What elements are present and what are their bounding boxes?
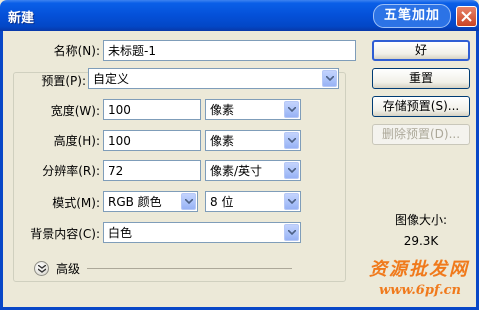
ok-button[interactable]: 好 bbox=[372, 40, 470, 61]
title-bar: 新建 五笔加加 bbox=[0, 0, 479, 31]
reset-button[interactable]: 重置 bbox=[372, 68, 470, 89]
width-unit-dropdown-button[interactable] bbox=[284, 101, 299, 118]
image-size-value: 29.3K bbox=[403, 234, 439, 248]
chevron-down-icon bbox=[326, 75, 334, 81]
watermark-url: www.6pf.cn bbox=[379, 283, 461, 298]
close-button[interactable] bbox=[456, 6, 477, 27]
width-unit-value: 像素 bbox=[210, 103, 235, 117]
ime-indicator[interactable]: 五笔加加 bbox=[373, 4, 451, 28]
advanced-label: 高级 bbox=[56, 262, 81, 276]
chevron-down-icon bbox=[288, 106, 296, 112]
mode-label: 模式(M): bbox=[52, 196, 100, 210]
background-contents-dropdown-button[interactable] bbox=[284, 224, 299, 241]
delete-preset-button: 删除预置(D)... bbox=[372, 124, 470, 145]
chevron-down-icon bbox=[288, 167, 296, 173]
background-contents-label: 背景内容(C): bbox=[30, 227, 100, 241]
height-unit-value: 像素 bbox=[210, 134, 235, 148]
double-chevron-down-icon bbox=[38, 265, 46, 273]
resolution-unit-select[interactable]: 像素/英寸 bbox=[205, 160, 301, 181]
bit-depth-dropdown-button[interactable] bbox=[284, 193, 299, 210]
height-label: 高度(H): bbox=[53, 134, 100, 148]
bit-depth-value: 8 位 bbox=[210, 195, 234, 209]
advanced-divider bbox=[87, 268, 292, 269]
preset-value: 自定义 bbox=[93, 72, 130, 86]
preset-select[interactable]: 自定义 bbox=[88, 68, 339, 89]
resolution-unit-value: 像素/英寸 bbox=[210, 164, 263, 178]
resolution-input[interactable]: 72 bbox=[103, 160, 201, 181]
background-contents-select[interactable]: 白色 bbox=[103, 222, 301, 243]
mode-dropdown-button[interactable] bbox=[181, 193, 196, 210]
watermark-title: 资源批发网 bbox=[369, 259, 469, 280]
chevron-down-icon bbox=[185, 198, 193, 204]
window-title: 新建 bbox=[8, 11, 35, 26]
mode-value: RGB 颜色 bbox=[108, 195, 162, 209]
chevron-down-icon bbox=[288, 137, 296, 143]
name-input[interactable]: 未标题-1 bbox=[103, 40, 356, 61]
resolution-label: 分辨率(R): bbox=[42, 164, 100, 178]
advanced-toggle-button[interactable] bbox=[34, 261, 49, 276]
height-input[interactable]: 100 bbox=[103, 130, 201, 151]
width-unit-select[interactable]: 像素 bbox=[205, 99, 301, 120]
mode-select[interactable]: RGB 颜色 bbox=[103, 191, 198, 212]
background-contents-value: 白色 bbox=[108, 226, 133, 240]
chevron-down-icon bbox=[288, 198, 296, 204]
height-unit-dropdown-button[interactable] bbox=[284, 132, 299, 149]
name-label: 名称(N): bbox=[53, 44, 100, 58]
preset-label: 预置(P): bbox=[14, 74, 88, 88]
width-label: 宽度(W): bbox=[50, 104, 100, 118]
save-preset-button[interactable]: 存储预置(S)... bbox=[372, 96, 470, 117]
close-icon bbox=[461, 11, 472, 22]
width-input[interactable]: 100 bbox=[103, 99, 201, 120]
resolution-unit-dropdown-button[interactable] bbox=[284, 162, 299, 179]
image-size-label: 图像大小: bbox=[394, 213, 448, 227]
preset-dropdown-button[interactable] bbox=[322, 70, 337, 87]
height-unit-select[interactable]: 像素 bbox=[205, 130, 301, 151]
chevron-down-icon bbox=[288, 229, 296, 235]
bit-depth-select[interactable]: 8 位 bbox=[205, 191, 301, 212]
window-frame-left bbox=[0, 31, 3, 310]
